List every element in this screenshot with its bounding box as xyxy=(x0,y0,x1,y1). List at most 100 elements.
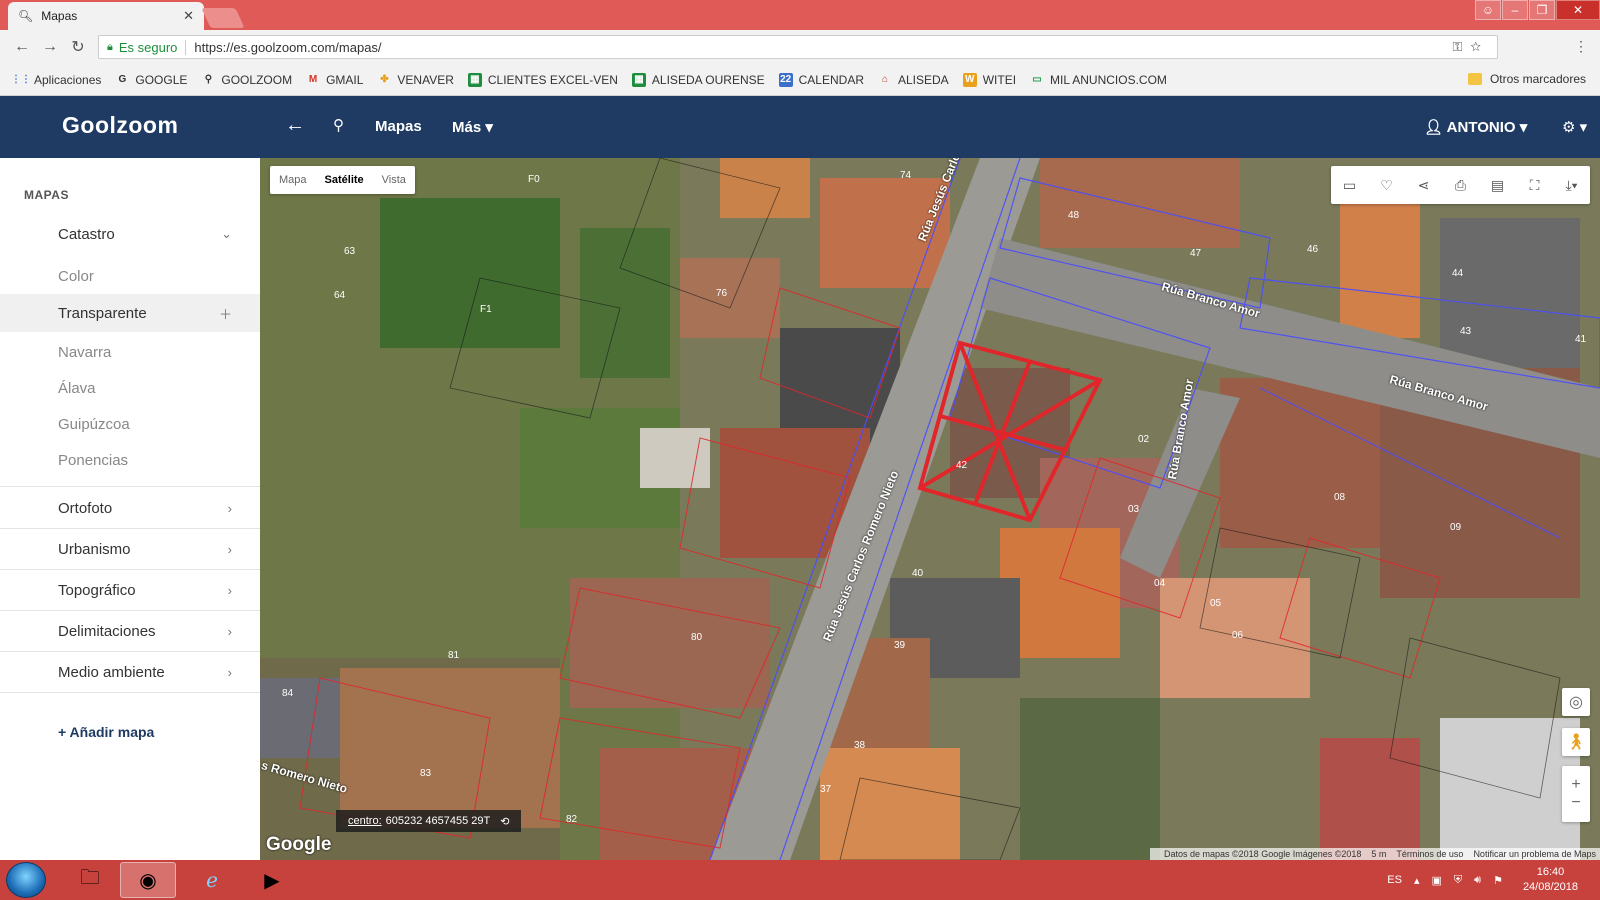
maximize-button[interactable]: ❐ xyxy=(1529,0,1555,20)
chevron-up-icon[interactable]: ▴ xyxy=(1414,874,1420,887)
new-tab-button[interactable] xyxy=(201,8,245,28)
forward-icon[interactable]: → xyxy=(36,38,64,56)
sidebar-item-urbanismo[interactable]: Urbanismo › xyxy=(0,529,260,569)
user-icon[interactable]: ☺ xyxy=(1475,0,1501,20)
sidebar-item-delimitaciones[interactable]: Delimitaciones › xyxy=(0,611,260,651)
sidebar-title: MAPAS xyxy=(24,188,69,202)
bookmark-aliseda[interactable]: ⌂ ALISEDA xyxy=(878,73,949,87)
parcel-label: 37 xyxy=(820,784,832,795)
file-explorer-icon[interactable]: 🗀 xyxy=(62,862,118,898)
gmail-icon: M xyxy=(308,74,318,85)
parcel-label: 76 xyxy=(716,288,728,299)
satellite-map[interactable]: Rúa Jesús Carlos Romero Nieto Rúa Branco… xyxy=(260,158,1600,860)
close-window-button[interactable]: ✕ xyxy=(1556,0,1600,20)
sidebar-item-ortofoto[interactable]: Ortofoto › xyxy=(0,488,260,528)
language-indicator[interactable]: ES xyxy=(1387,874,1402,886)
start-button[interactable] xyxy=(6,862,46,898)
share-icon[interactable]: ⋖ xyxy=(1405,177,1442,194)
antivirus-icon[interactable]: ⛨ xyxy=(1454,874,1462,887)
gear-icon[interactable]: ⚙ ▾ xyxy=(1562,118,1587,136)
sidebar-subitem-alava[interactable]: Álava xyxy=(0,370,260,406)
flag-icon[interactable]: ⚑ xyxy=(1493,874,1503,887)
browser-tab[interactable]: 🔍︎ Mapas ✕ xyxy=(8,2,204,30)
map-type-mapa[interactable]: Mapa xyxy=(270,174,316,186)
browser-tab-bar: 🔍︎ Mapas ✕ ☺ – ❐ ✕ xyxy=(0,0,1600,30)
street-view-pegman-icon[interactable]: 🚶︎ xyxy=(1562,728,1590,756)
map-type-satelite[interactable]: Satélite xyxy=(316,174,373,186)
add-map-button[interactable]: + Añadir mapa xyxy=(58,724,154,740)
parcel-label: 39 xyxy=(894,640,906,651)
bookmark-calendar[interactable]: 22 CALENDAR xyxy=(778,72,864,87)
parcel-label: 47 xyxy=(1190,248,1202,259)
download-icon[interactable]: ⤓▾ xyxy=(1553,177,1590,194)
parcel-label: 05 xyxy=(1210,598,1222,609)
sheets-icon: ▦ xyxy=(467,72,482,87)
map-imagery[interactable] xyxy=(260,158,1600,860)
sidebar-item-catastro[interactable]: Catastro ⌄ xyxy=(0,214,260,254)
tab-close-button[interactable]: ✕ xyxy=(183,8,194,24)
map-attribution: Datos de mapas ©2018 Google Imágenes ©20… xyxy=(1150,848,1600,860)
print-icon[interactable]: ⎙ xyxy=(1442,177,1479,194)
parcel-label: 74 xyxy=(900,170,912,181)
url-text[interactable]: https://es.goolzoom.com/mapas/ xyxy=(194,40,381,55)
nav-mapas[interactable]: Mapas xyxy=(375,118,422,135)
bookmark-milanuncios[interactable]: ▭ MIL ANUNCIOS.COM xyxy=(1030,73,1167,87)
maps-sidebar: MAPAS Catastro ⌄ Color Transparente ＋ Nava… xyxy=(0,158,260,860)
bookmark-venaver[interactable]: ✤ VENAVER xyxy=(377,73,454,87)
back-arrow-icon[interactable]: ← xyxy=(285,114,305,137)
goolzoom-logo[interactable]: Goolzoom xyxy=(62,112,178,139)
chevron-right-icon: › xyxy=(227,582,232,598)
bookmark-gmail[interactable]: M GMAIL xyxy=(306,73,364,87)
network-icon[interactable]: ▣ xyxy=(1431,874,1441,887)
bookmark-clientes[interactable]: ▦ CLIENTES EXCEL-VEN xyxy=(467,72,618,87)
screenshot-icon[interactable]: ⛶ xyxy=(1516,177,1553,194)
calendar-icon[interactable]: ▤ xyxy=(1479,177,1516,194)
bookmark-apps[interactable]: ⋮⋮ Aplicaciones xyxy=(11,73,101,87)
media-player-icon[interactable]: ▶ xyxy=(244,862,300,898)
zoom-out-button[interactable]: − xyxy=(1571,794,1580,812)
volume-icon[interactable]: 🔊︎ xyxy=(1474,874,1481,887)
sidebar-subitem-color[interactable]: Color xyxy=(0,258,260,294)
menu-icon[interactable]: ⋮ xyxy=(1574,38,1588,55)
parcel-label: 08 xyxy=(1334,492,1346,503)
plus-icon[interactable]: ＋ xyxy=(219,304,232,323)
sidebar-subitem-ponencias[interactable]: Ponencias xyxy=(0,442,260,478)
centro-label[interactable]: centro: xyxy=(348,815,382,827)
internet-explorer-icon[interactable]: ℯ xyxy=(184,862,240,898)
bookmark-goolzoom[interactable]: ⚲ GOOLZOOM xyxy=(201,73,292,87)
sidebar-subitem-transparente[interactable]: Transparente ＋ xyxy=(0,294,260,332)
sidebar-subitem-navarra[interactable]: Navarra xyxy=(0,334,260,370)
bookmark-aliseda-ourense[interactable]: ▦ ALISEDA OURENSE xyxy=(631,72,765,87)
parcel-label: 48 xyxy=(1068,210,1080,221)
search-icon[interactable]: ⚲ xyxy=(333,116,344,134)
sidebar-subitem-guipuzcoa[interactable]: Guipúzcoa xyxy=(0,406,260,442)
user-menu[interactable]: 👤︎ ANTONIO ▾ xyxy=(1424,118,1527,136)
back-icon[interactable]: ← xyxy=(8,38,36,56)
key-star-icons[interactable]: ⚿☆ xyxy=(1452,39,1489,55)
report-problem-link[interactable]: Notificar un problema de Maps xyxy=(1473,849,1596,859)
clock[interactable]: 16:40 24/08/2018 xyxy=(1523,865,1578,895)
refresh-icon[interactable]: ⟲ xyxy=(500,815,509,828)
reload-icon[interactable]: ↻ xyxy=(64,37,92,57)
google-logo[interactable]: Google xyxy=(266,834,331,856)
sidebar-item-topografico[interactable]: Topográfico › xyxy=(0,570,260,610)
nav-mas-dropdown[interactable]: Más ▾ xyxy=(452,118,493,136)
other-bookmarks[interactable]: Otros marcadores xyxy=(1467,72,1586,86)
zoom-in-button[interactable]: + xyxy=(1571,776,1580,794)
map-type-vista[interactable]: Vista xyxy=(373,174,415,186)
parcel-label: 80 xyxy=(691,632,703,643)
terms-link[interactable]: Términos de uso xyxy=(1396,849,1463,859)
app-header: Goolzoom ← ⚲ Mapas Más ▾ 👤︎ ANTONIO ▾ ⚙ … xyxy=(0,96,1600,158)
bookmark-google[interactable]: G GOOGLE xyxy=(115,73,187,87)
minimize-button[interactable]: – xyxy=(1502,0,1528,20)
ruler-icon[interactable]: ▭ xyxy=(1331,177,1368,194)
address-bar[interactable]: 🔒︎ Es seguro https://es.goolzoom.com/map… xyxy=(98,35,1498,59)
my-location-icon[interactable]: ◎ xyxy=(1562,688,1590,716)
chrome-icon[interactable]: ◉ xyxy=(120,862,176,898)
heart-icon[interactable]: ♡ xyxy=(1368,177,1405,194)
apps-grid-icon: ⋮⋮ xyxy=(11,74,31,85)
bookmark-witei[interactable]: W WITEI xyxy=(962,72,1016,87)
google-g-icon: G xyxy=(118,74,127,85)
sidebar-item-medio-ambiente[interactable]: Medio ambiente › xyxy=(0,652,260,692)
milanuncios-icon: ▭ xyxy=(1032,74,1042,85)
